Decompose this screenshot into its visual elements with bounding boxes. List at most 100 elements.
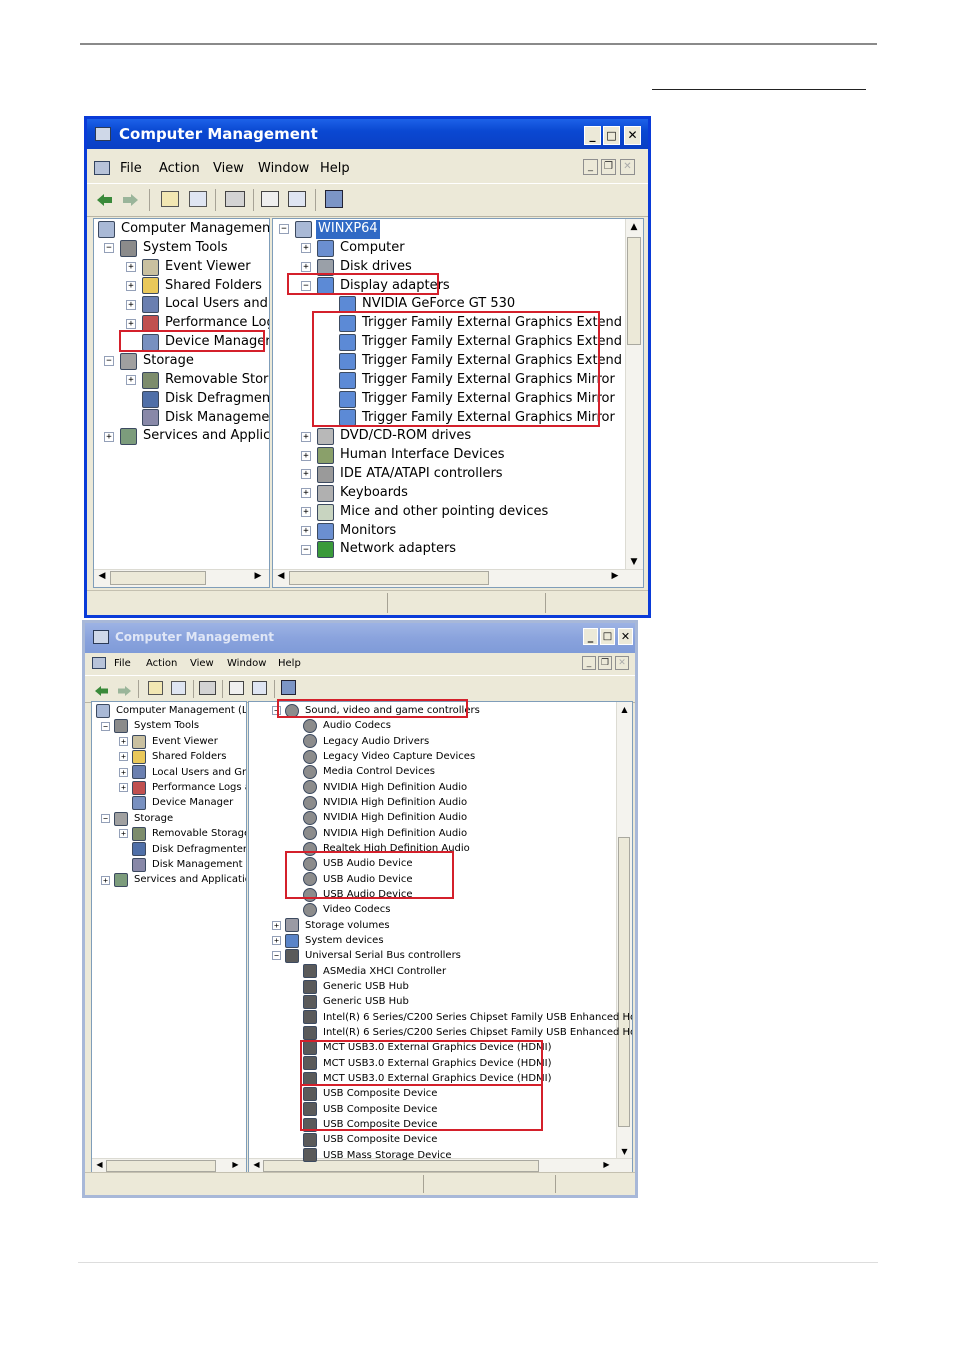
expand-toggle[interactable]: + xyxy=(119,737,128,746)
device-tree-item[interactable]: Computer xyxy=(338,239,407,258)
device-tree-item[interactable]: Intel(R) 6 Series/C200 Series Chipset Fa… xyxy=(321,1010,632,1025)
forward-arrow-icon[interactable] xyxy=(118,682,132,696)
expand-toggle[interactable]: + xyxy=(301,526,311,537)
device-tree-item[interactable]: Monitors xyxy=(338,522,398,541)
console-tree-item[interactable]: Shared Folders xyxy=(150,749,229,764)
child-restore-button[interactable]: ❐ xyxy=(601,159,616,175)
expand-toggle[interactable]: + xyxy=(301,469,311,480)
scroll-left-icon[interactable]: ◀ xyxy=(275,571,287,581)
properties-icon[interactable] xyxy=(261,191,279,207)
scroll-right-icon[interactable]: ▶ xyxy=(230,1160,241,1169)
console-tree-item[interactable]: Computer Management (Lo xyxy=(114,703,246,718)
device-tree-item[interactable]: WINXP64 xyxy=(316,220,380,239)
minimize-button[interactable]: _ xyxy=(583,628,598,645)
expand-toggle[interactable]: + xyxy=(104,431,114,442)
scroll-right-icon[interactable]: ▶ xyxy=(252,571,264,581)
menu-help[interactable]: Help xyxy=(278,658,301,669)
vertical-scrollbar[interactable]: ▲ ▼ xyxy=(616,702,632,1159)
expand-toggle[interactable]: − xyxy=(272,951,281,961)
horizontal-scrollbar[interactable]: ◀ ▶ xyxy=(273,569,643,587)
device-tree-item[interactable]: System devices xyxy=(303,933,386,948)
console-tree-item[interactable]: Local Users and G xyxy=(163,295,269,314)
scroll-up-icon[interactable]: ▲ xyxy=(628,222,640,232)
horizontal-scrollbar[interactable]: ◀ ▶ xyxy=(94,569,269,587)
expand-toggle[interactable]: − xyxy=(301,544,311,555)
console-tree-item[interactable]: Computer Management (l xyxy=(119,220,269,239)
console-tree-item[interactable]: Performance Logs a xyxy=(150,780,246,795)
device-tree-item[interactable]: USB Mass Storage Device xyxy=(321,1148,454,1163)
print-icon[interactable] xyxy=(199,681,216,695)
console-tree-item[interactable]: System Tools xyxy=(132,718,201,733)
device-tree-item[interactable]: Media Control Devices xyxy=(321,764,437,779)
close-button[interactable]: ✕ xyxy=(618,628,633,645)
expand-toggle[interactable]: + xyxy=(301,431,311,442)
device-tree-item[interactable]: Generic USB Hub xyxy=(321,994,411,1009)
menu-help[interactable]: Help xyxy=(320,161,350,176)
help-icon[interactable] xyxy=(252,681,267,695)
device-tree-item[interactable]: Network adapters xyxy=(338,540,458,559)
properties-icon[interactable] xyxy=(229,681,244,695)
expand-toggle[interactable]: + xyxy=(119,829,128,839)
child-close-button[interactable]: ✕ xyxy=(615,656,629,670)
console-tree-item[interactable]: Event Viewer xyxy=(163,258,253,277)
device-tree-item[interactable]: Mice and other pointing devices xyxy=(338,503,550,522)
expand-toggle[interactable]: + xyxy=(126,299,136,310)
console-tree-item[interactable]: Event Viewer xyxy=(150,734,220,749)
expand-toggle[interactable]: + xyxy=(126,375,136,386)
device-tree-item[interactable]: USB Composite Device xyxy=(321,1132,439,1147)
back-arrow-icon[interactable] xyxy=(97,192,113,206)
close-button[interactable]: ✕ xyxy=(624,126,641,145)
expand-toggle[interactable]: + xyxy=(301,488,311,499)
console-tree-item[interactable]: Device Manager xyxy=(150,795,235,810)
expand-toggle[interactable]: + xyxy=(301,450,311,461)
device-tree-item[interactable]: Intel(R) 6 Series/C200 Series Chipset Fa… xyxy=(321,1025,632,1040)
expand-toggle[interactable]: + xyxy=(126,280,136,291)
menu-action[interactable]: Action xyxy=(159,161,200,176)
show-hide-tree-icon[interactable] xyxy=(171,681,186,695)
console-tree-item[interactable]: Disk Defragmenter xyxy=(150,842,246,857)
scroll-left-icon[interactable]: ◀ xyxy=(251,1160,262,1169)
device-tree-item[interactable]: Legacy Audio Drivers xyxy=(321,734,431,749)
scan-hardware-icon[interactable] xyxy=(325,190,343,208)
scroll-down-icon[interactable]: ▼ xyxy=(628,557,640,567)
console-tree-item[interactable]: Local Users and Gro xyxy=(150,765,246,780)
device-tree-item[interactable]: ASMedia XHCI Controller xyxy=(321,964,448,979)
expand-toggle[interactable]: + xyxy=(126,262,136,273)
minimize-button[interactable]: _ xyxy=(584,126,601,145)
forward-arrow-icon[interactable] xyxy=(123,192,139,206)
scroll-up-icon[interactable]: ▲ xyxy=(619,705,630,714)
maximize-button[interactable]: □ xyxy=(600,628,615,645)
maximize-button[interactable]: □ xyxy=(603,126,620,145)
device-tree-item[interactable]: Human Interface Devices xyxy=(338,446,507,465)
back-arrow-icon[interactable] xyxy=(95,682,109,696)
expand-toggle[interactable]: + xyxy=(126,318,136,329)
scroll-right-icon[interactable]: ▶ xyxy=(609,571,621,581)
print-icon[interactable] xyxy=(225,191,245,207)
expand-toggle[interactable]: + xyxy=(119,783,128,793)
menu-file[interactable]: File xyxy=(114,658,131,669)
console-tree-item[interactable]: Shared Folders xyxy=(163,277,264,296)
expand-toggle[interactable]: + xyxy=(272,936,281,946)
device-tree-item[interactable]: IDE ATA/ATAPI controllers xyxy=(338,465,505,484)
up-level-icon[interactable] xyxy=(161,191,179,207)
console-tree-item[interactable]: Services and Applicat xyxy=(141,427,269,446)
expand-toggle[interactable]: − xyxy=(101,814,110,823)
expand-toggle[interactable]: + xyxy=(101,875,110,885)
child-restore-button[interactable]: ❐ xyxy=(598,656,612,670)
device-tree-item[interactable]: NVIDIA High Definition Audio xyxy=(321,810,469,825)
expand-toggle[interactable]: + xyxy=(119,752,128,762)
console-tree-item[interactable]: System Tools xyxy=(141,239,230,258)
console-tree-item[interactable]: Disk Defragmente xyxy=(163,390,269,409)
device-tree-item[interactable]: Storage volumes xyxy=(303,918,392,933)
expand-toggle[interactable]: + xyxy=(119,767,128,777)
child-minimize-button[interactable]: _ xyxy=(582,656,596,670)
device-tree-item[interactable]: Universal Serial Bus controllers xyxy=(303,948,463,963)
scroll-left-icon[interactable]: ◀ xyxy=(96,571,108,581)
device-tree-item[interactable]: Audio Codecs xyxy=(321,718,393,733)
device-tree-item[interactable]: Video Codecs xyxy=(321,902,393,917)
expand-toggle[interactable]: − xyxy=(104,356,114,367)
expand-toggle[interactable]: + xyxy=(301,243,311,254)
child-minimize-button[interactable]: _ xyxy=(583,159,598,175)
console-tree-item[interactable]: Removable Storage xyxy=(150,826,246,841)
console-tree-item[interactable]: Storage xyxy=(132,811,175,826)
